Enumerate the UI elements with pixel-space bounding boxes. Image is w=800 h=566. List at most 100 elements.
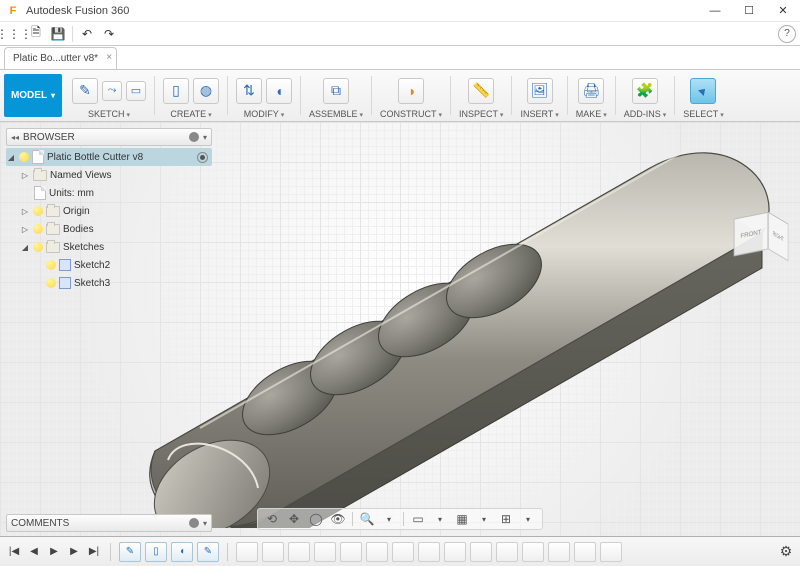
- expand-icon[interactable]: ▷: [20, 171, 30, 180]
- ribbon-label-addins[interactable]: ADD-INS: [624, 109, 666, 119]
- pan-icon[interactable]: ✥: [284, 510, 304, 528]
- make-icon[interactable]: 🖨: [578, 78, 604, 104]
- inspect-icon[interactable]: 📏: [468, 78, 494, 104]
- grid-dropdown-icon[interactable]: ▾: [474, 510, 494, 528]
- look-at-icon[interactable]: 👁: [328, 510, 348, 528]
- sphere-icon[interactable]: ◍: [193, 78, 219, 104]
- insert-icon[interactable]: 🖼: [527, 78, 553, 104]
- grid-settings-icon[interactable]: ▦: [452, 510, 472, 528]
- timeline-next-button[interactable]: ▶: [66, 544, 82, 560]
- timeline-feature[interactable]: [262, 542, 284, 562]
- zoom-icon[interactable]: 🔍: [357, 510, 377, 528]
- constrained-orbit-icon[interactable]: ◯: [306, 510, 326, 528]
- minimize-button[interactable]: —: [698, 0, 732, 22]
- extrude-icon[interactable]: ▯: [163, 78, 189, 104]
- maximize-button[interactable]: ☐: [732, 0, 766, 22]
- browser-header[interactable]: ◂◂ BROWSER ▾: [6, 128, 212, 146]
- construct-icon[interactable]: ◑: [398, 78, 424, 104]
- timeline-feature[interactable]: [288, 542, 310, 562]
- help-icon[interactable]: ?: [778, 25, 796, 43]
- close-button[interactable]: ✕: [766, 0, 800, 22]
- sketch-create-icon[interactable]: ✎: [72, 78, 98, 104]
- tree-sketch3[interactable]: Sketch3: [6, 274, 212, 292]
- ribbon-label-insert[interactable]: INSERT: [520, 109, 558, 119]
- comments-header[interactable]: COMMENTS ▾: [6, 514, 212, 532]
- tree-named-views[interactable]: ▷ Named Views: [6, 166, 212, 184]
- expand-icon[interactable]: ◢: [20, 243, 30, 252]
- tab-close-icon[interactable]: ×: [106, 52, 112, 63]
- ribbon-label-sketch[interactable]: SKETCH: [88, 109, 130, 119]
- file-icon[interactable]: 🗎: [26, 24, 46, 44]
- visibility-bulb-icon[interactable]: [33, 206, 43, 216]
- ribbon-label-construct[interactable]: CONSTRUCT: [380, 109, 442, 119]
- tree-units[interactable]: Units: mm: [6, 184, 212, 202]
- visibility-bulb-icon[interactable]: [46, 278, 56, 288]
- workspace-dropdown[interactable]: MODEL: [4, 74, 62, 117]
- document-tab[interactable]: Platic Bo...utter v8* ×: [4, 47, 117, 69]
- display-settings-icon[interactable]: ▭: [408, 510, 428, 528]
- save-icon[interactable]: 💾: [48, 24, 68, 44]
- display-dropdown-icon[interactable]: ▾: [430, 510, 450, 528]
- timeline-feature[interactable]: [314, 542, 336, 562]
- timeline-feature[interactable]: [418, 542, 440, 562]
- viewports-dropdown-icon[interactable]: ▾: [518, 510, 538, 528]
- ribbon-label-create[interactable]: CREATE: [170, 109, 211, 119]
- expand-icon[interactable]: ▷: [20, 207, 30, 216]
- assemble-icon[interactable]: ⧉: [323, 78, 349, 104]
- ribbon-label-select[interactable]: SELECT: [683, 109, 723, 119]
- ribbon-label-modify[interactable]: MODIFY: [244, 109, 284, 119]
- visibility-bulb-icon[interactable]: [46, 260, 56, 270]
- visibility-bulb-icon[interactable]: [33, 242, 43, 252]
- redo-icon[interactable]: ↷: [99, 24, 119, 44]
- fillet-icon[interactable]: ◖: [266, 78, 292, 104]
- timeline-feature[interactable]: [236, 542, 258, 562]
- timeline-play-button[interactable]: ▶: [46, 544, 62, 560]
- select-icon[interactable]: [690, 78, 716, 104]
- collapse-icon[interactable]: ◂◂: [11, 133, 19, 142]
- timeline-feature[interactable]: [392, 542, 414, 562]
- tree-origin[interactable]: ▷ Origin: [6, 202, 212, 220]
- ribbon-label-inspect[interactable]: INSPECT: [459, 109, 503, 119]
- sketch-line-icon[interactable]: ⤳: [102, 81, 122, 101]
- tree-sketches[interactable]: ◢ Sketches: [6, 238, 212, 256]
- timeline-feature[interactable]: [496, 542, 518, 562]
- timeline-feature[interactable]: ✎: [119, 542, 141, 562]
- timeline-feature[interactable]: [522, 542, 544, 562]
- timeline-feature[interactable]: [548, 542, 570, 562]
- view-cube[interactable]: FRONT RIGHT: [738, 220, 784, 266]
- timeline-prev-button[interactable]: ◀: [26, 544, 42, 560]
- addins-icon[interactable]: 🧩: [632, 78, 658, 104]
- viewcube-front[interactable]: FRONT: [734, 212, 769, 256]
- timeline-settings-icon[interactable]: ⚙: [778, 544, 794, 560]
- timeline-feature[interactable]: [444, 542, 466, 562]
- timeline-feature[interactable]: [470, 542, 492, 562]
- timeline-first-button[interactable]: |◀: [6, 544, 22, 560]
- browser-options-icon[interactable]: [189, 132, 199, 142]
- comments-menu-icon[interactable]: ▾: [203, 519, 207, 528]
- browser-menu-icon[interactable]: ▾: [203, 133, 207, 142]
- ribbon-label-make[interactable]: MAKE: [576, 109, 607, 119]
- tree-root[interactable]: ◢ Platic Bottle Cutter v8: [6, 148, 212, 166]
- viewport[interactable]: FRONT RIGHT ◂◂ BROWSER ▾ ◢ Platic Bottle…: [0, 122, 800, 536]
- visibility-bulb-icon[interactable]: [33, 224, 43, 234]
- orbit-icon[interactable]: ⟲: [262, 510, 282, 528]
- app-grid-icon[interactable]: ⋮⋮⋮: [4, 24, 24, 44]
- sketch-rect-icon[interactable]: ▭: [126, 81, 146, 101]
- timeline-feature[interactable]: ▯: [145, 542, 167, 562]
- timeline-feature[interactable]: [600, 542, 622, 562]
- timeline-feature[interactable]: ◖: [171, 542, 193, 562]
- expand-icon[interactable]: ◢: [6, 153, 16, 162]
- timeline-feature[interactable]: [340, 542, 362, 562]
- viewports-icon[interactable]: ⊞: [496, 510, 516, 528]
- tree-bodies[interactable]: ▷ Bodies: [6, 220, 212, 238]
- expand-icon[interactable]: ▷: [20, 225, 30, 234]
- timeline-feature[interactable]: [366, 542, 388, 562]
- timeline-last-button[interactable]: ▶|: [86, 544, 102, 560]
- activate-radio[interactable]: [197, 152, 208, 163]
- press-pull-icon[interactable]: ⇅: [236, 78, 262, 104]
- ribbon-label-assemble[interactable]: ASSEMBLE: [309, 109, 363, 119]
- timeline-feature[interactable]: ✎: [197, 542, 219, 562]
- visibility-bulb-icon[interactable]: [19, 152, 29, 162]
- zoom-dropdown-icon[interactable]: ▾: [379, 510, 399, 528]
- comments-options-icon[interactable]: [189, 518, 199, 528]
